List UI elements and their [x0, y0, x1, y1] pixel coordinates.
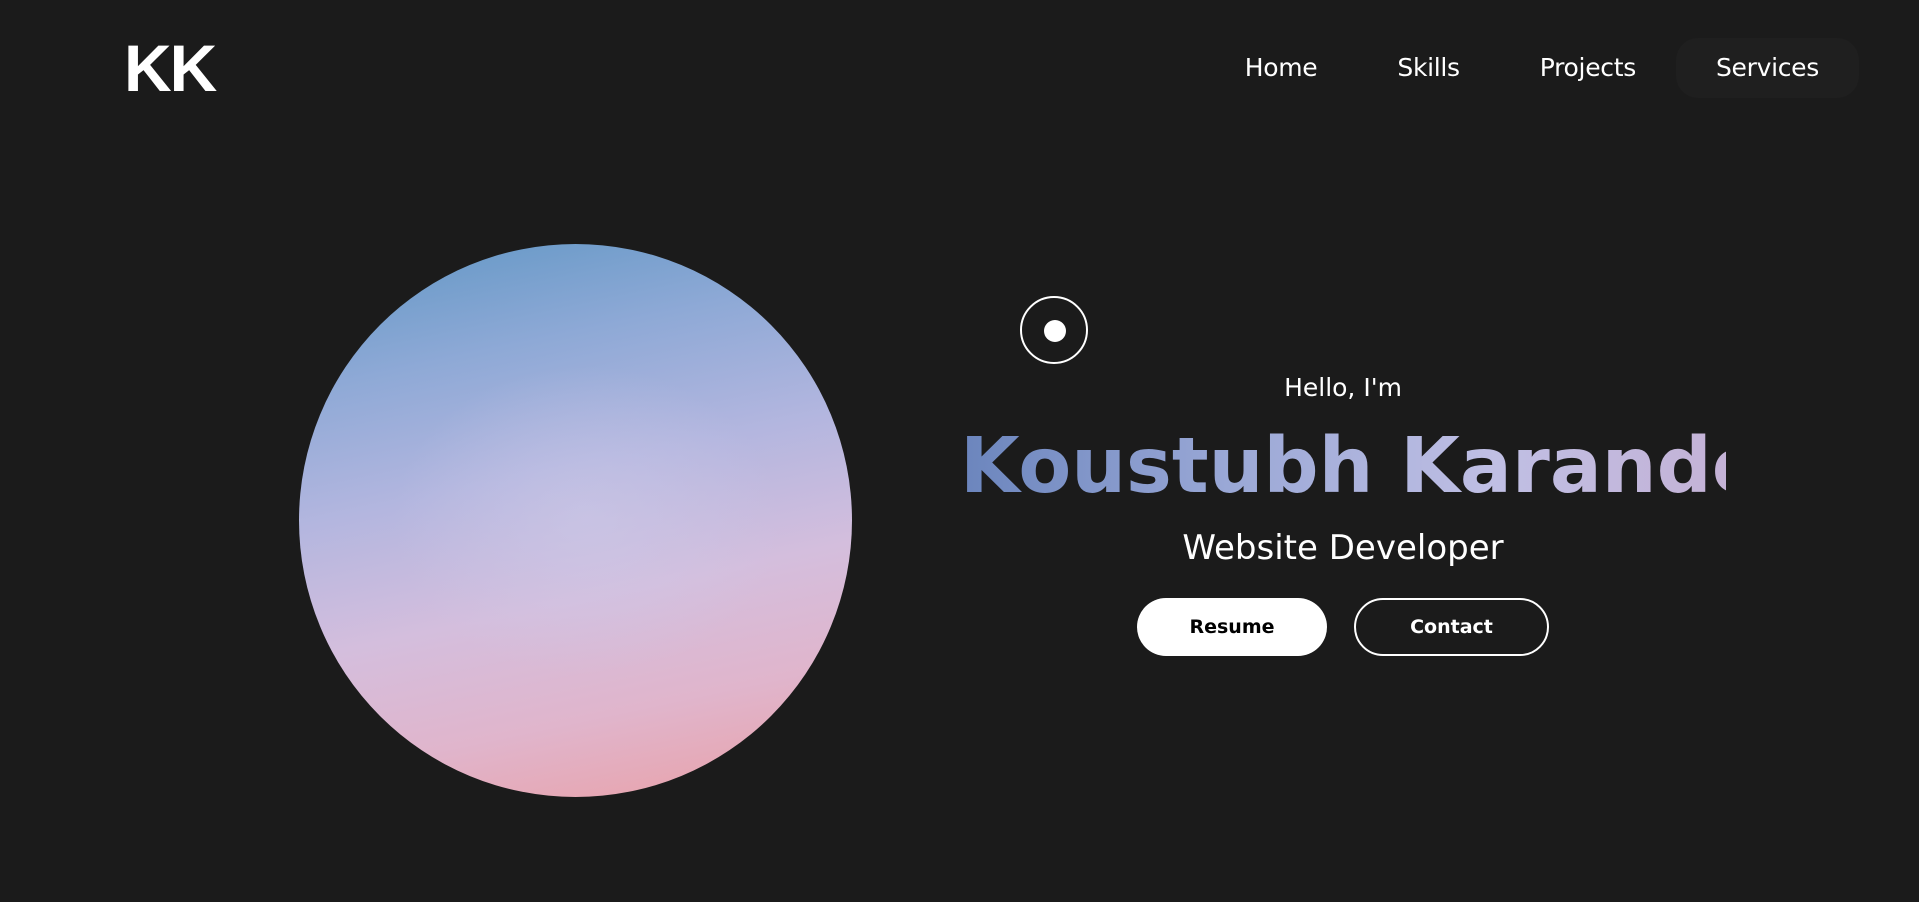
nav-item-services[interactable]: Services — [1675, 38, 1859, 98]
contact-button[interactable]: Contact — [1354, 598, 1549, 656]
custom-cursor-icon — [1020, 296, 1088, 364]
resume-button[interactable]: Resume — [1137, 598, 1327, 656]
page: KK Home Skills Projects Services Hello, … — [0, 0, 1919, 902]
hero-role: Website Developer — [1182, 528, 1504, 568]
main-nav: Home Skills Projects Services — [1205, 38, 1859, 98]
gradient-orb — [299, 244, 852, 797]
hero-buttons: Resume Contact — [960, 598, 1726, 656]
hero-name: Koustubh Karande — [960, 418, 1764, 516]
nav-item-projects[interactable]: Projects — [1500, 38, 1676, 98]
nav-item-home[interactable]: Home — [1205, 38, 1358, 98]
hero-section: Hello, I'm Koustubh Karande Website Deve… — [960, 360, 1764, 656]
nav-item-skills[interactable]: Skills — [1357, 38, 1499, 98]
hero-greeting: Hello, I'm — [1284, 373, 1402, 402]
logo[interactable]: KK — [124, 28, 217, 108]
cursor-dot — [1044, 320, 1066, 342]
